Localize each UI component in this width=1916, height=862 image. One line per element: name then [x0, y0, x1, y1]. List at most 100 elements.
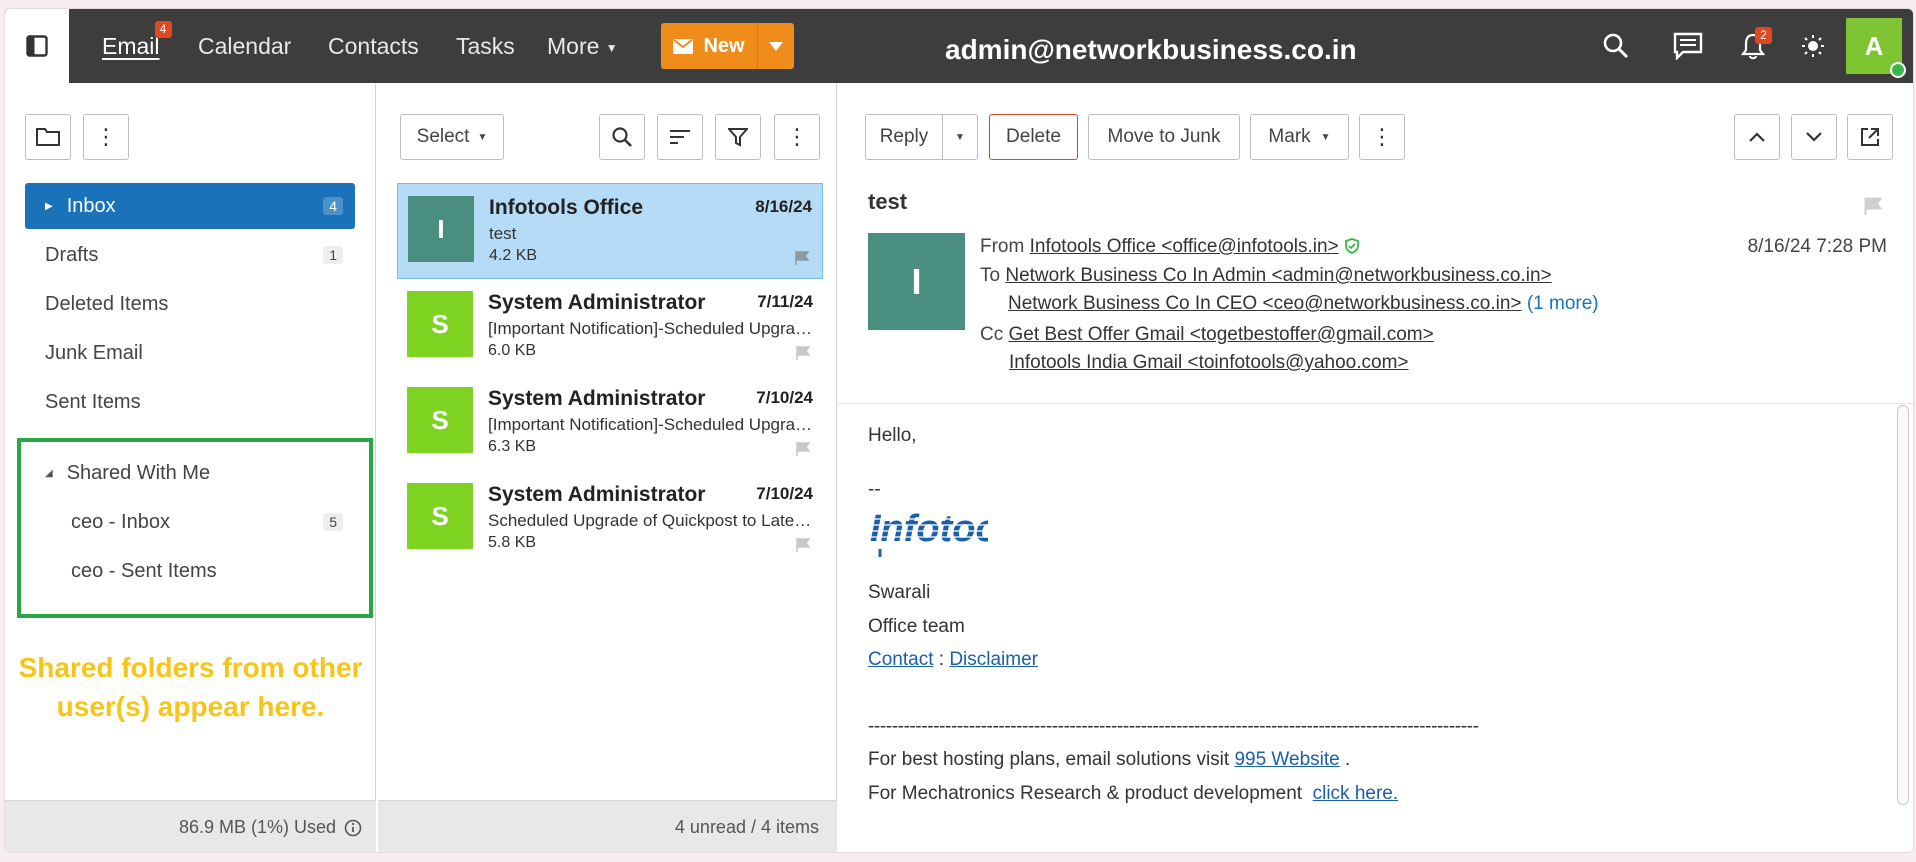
shared-folders-annotation: Shared folders from other user(s) appear… — [5, 648, 376, 726]
move-to-junk-button[interactable]: Move to Junk — [1088, 114, 1240, 160]
list-options-button[interactable]: ⋮ — [774, 114, 820, 160]
new-message-button[interactable]: New — [661, 23, 794, 69]
message-size: 4.2 KB — [489, 247, 538, 264]
to-recipient-1[interactable]: Network Business Co In Admin <admin@netw… — [1005, 265, 1551, 286]
info-icon[interactable] — [344, 819, 362, 837]
reply-options-dropdown[interactable]: ▼ — [942, 114, 978, 160]
pop-out-button[interactable] — [1847, 114, 1893, 160]
reply-button[interactable]: Reply — [865, 114, 943, 160]
to-recipient-2[interactable]: Network Business Co In CEO <ceo@networkb… — [1008, 293, 1522, 314]
folder-ceo-sent-items[interactable]: ceo - Sent Items — [25, 548, 355, 594]
filter-button[interactable] — [715, 114, 761, 160]
mark-dropdown[interactable]: Mark ▼ — [1250, 114, 1349, 160]
message-subject: test — [489, 224, 517, 243]
contact-link[interactable]: Contact — [868, 649, 933, 670]
top-bar: Email 4 Calendar Contacts Tasks More ▼ N… — [5, 9, 1913, 83]
app-window: Email 4 Calendar Contacts Tasks More ▼ N… — [4, 8, 1914, 853]
signature-name: Swarali — [868, 582, 931, 603]
new-options-dropdown[interactable] — [758, 23, 794, 69]
from-line: From Infotools Office <office@infotools.… — [980, 236, 1360, 258]
message-item[interactable]: S System Administrator 7/10/24 [Importan… — [397, 375, 823, 471]
message-item[interactable]: S System Administrator 7/11/24 [Importan… — [397, 279, 823, 375]
hosting-text: For best hosting plans, email solutions … — [868, 749, 1235, 770]
avatar-initial: A — [1864, 30, 1884, 61]
message-item[interactable]: S System Administrator 7/10/24 Scheduled… — [397, 471, 823, 567]
more-recipients-link[interactable]: (1 more) — [1527, 293, 1599, 314]
folder-pane: ⋮ ▶ Inbox 4 Drafts 1 Deleted Items Junk … — [5, 83, 376, 852]
nav-tasks[interactable]: Tasks — [456, 31, 515, 61]
folder-junk-email[interactable]: Junk Email — [25, 330, 355, 376]
message-subject: [Important Notification]-Scheduled Upgra… — [488, 319, 813, 338]
folder-drafts[interactable]: Drafts 1 — [25, 232, 355, 278]
new-folder-button[interactable] — [25, 114, 71, 160]
folder-drafts-label: Drafts — [45, 243, 99, 266]
message-date: 7/10/24 — [756, 388, 813, 407]
cc-recipient-2[interactable]: Infotools India Gmail <toinfotools@yahoo… — [1009, 352, 1409, 373]
chevron-up-icon — [1749, 132, 1765, 142]
sidebar-toggle-button[interactable] — [5, 9, 69, 83]
user-avatar[interactable]: A — [1846, 18, 1906, 78]
message-subject-heading: test — [868, 189, 908, 214]
message-size: 5.8 KB — [488, 534, 537, 551]
flag-icon[interactable] — [795, 345, 811, 361]
sort-icon — [670, 130, 690, 144]
from-address[interactable]: Infotools Office <office@infotools.in> — [1030, 236, 1339, 257]
collapse-arrow-icon: ◢ — [45, 467, 53, 479]
cc-recipient-1[interactable]: Get Best Offer Gmail <togetbestoffer@gma… — [1009, 324, 1434, 345]
flag-icon[interactable] — [795, 537, 811, 553]
sender-avatar: I — [868, 233, 965, 330]
sidebar-toggle-icon — [26, 35, 48, 57]
account-email: admin@networkbusiness.co.in — [945, 34, 1357, 65]
shared-with-me-label: Shared With Me — [66, 461, 211, 484]
click-here-link[interactable]: click here. — [1313, 783, 1399, 804]
previous-message-button[interactable] — [1734, 114, 1780, 160]
message-datetime: 8/16/24 7:28 PM — [1747, 236, 1887, 257]
message-sender: System Administrator — [488, 483, 706, 506]
reading-pane-scrollbar[interactable] — [1897, 405, 1909, 805]
signature-separator: -- — [868, 479, 881, 500]
flag-icon[interactable] — [795, 441, 811, 457]
sort-button[interactable] — [657, 114, 703, 160]
theme-toggle-button[interactable] — [1796, 29, 1830, 63]
message-list-pane: Select ▼ ⋮ I Infotools Office 8/16/24 te… — [378, 83, 837, 852]
notifications-button[interactable]: 2 — [1736, 27, 1772, 63]
search-mail-button[interactable] — [599, 114, 645, 160]
nav-calendar[interactable]: Calendar — [198, 31, 291, 61]
website-link[interactable]: 995 Website — [1234, 749, 1339, 770]
nav-contacts[interactable]: Contacts — [328, 31, 419, 61]
select-dropdown[interactable]: Select ▼ — [400, 114, 504, 160]
flag-icon[interactable] — [1863, 196, 1883, 216]
flag-icon[interactable] — [794, 250, 810, 266]
signature-links: Contact : Disclaimer — [868, 649, 1038, 671]
envelope-icon — [673, 38, 694, 54]
chat-button[interactable] — [1671, 29, 1705, 63]
caret-down-icon: ▼ — [955, 131, 965, 143]
disclaimer-link[interactable]: Disclaimer — [949, 649, 1038, 670]
sender-avatar: S — [407, 483, 473, 549]
filter-icon — [728, 128, 748, 147]
folder-ceo-inbox[interactable]: ceo - Inbox 5 — [25, 499, 355, 545]
message-subject: Scheduled Upgrade of Quickpost to Latest… — [488, 511, 813, 530]
kebab-icon: ⋮ — [1371, 124, 1393, 149]
unread-badge: 4 — [154, 21, 172, 38]
message-options-button[interactable]: ⋮ — [1359, 114, 1405, 160]
next-message-button[interactable] — [1791, 114, 1837, 160]
message-size: 6.3 KB — [488, 438, 537, 455]
delete-button[interactable]: Delete — [989, 114, 1078, 160]
message-sender: System Administrator — [488, 387, 706, 410]
caret-down-icon: ▼ — [1320, 131, 1331, 143]
nav-more[interactable]: More ▼ — [547, 31, 618, 63]
notification-badge: 2 — [1755, 27, 1772, 44]
body-rule: ----------------------------------------… — [868, 716, 1479, 737]
chevron-down-icon — [1806, 132, 1822, 142]
new-main-part[interactable]: New — [661, 23, 758, 69]
message-item[interactable]: I Infotools Office 8/16/24 test 4.2 KB — [397, 183, 823, 279]
folder-inbox[interactable]: ▶ Inbox 4 — [25, 183, 355, 229]
folder-deleted-items[interactable]: Deleted Items — [25, 281, 355, 327]
nav-email[interactable]: Email 4 — [102, 21, 172, 61]
hosting-line: For best hosting plans, email solutions … — [868, 749, 1350, 771]
folder-sent-items[interactable]: Sent Items — [25, 379, 355, 425]
shared-with-me-group[interactable]: ◢ Shared With Me — [25, 450, 355, 496]
search-button[interactable] — [1599, 29, 1633, 63]
folder-options-button[interactable]: ⋮ — [83, 114, 129, 160]
